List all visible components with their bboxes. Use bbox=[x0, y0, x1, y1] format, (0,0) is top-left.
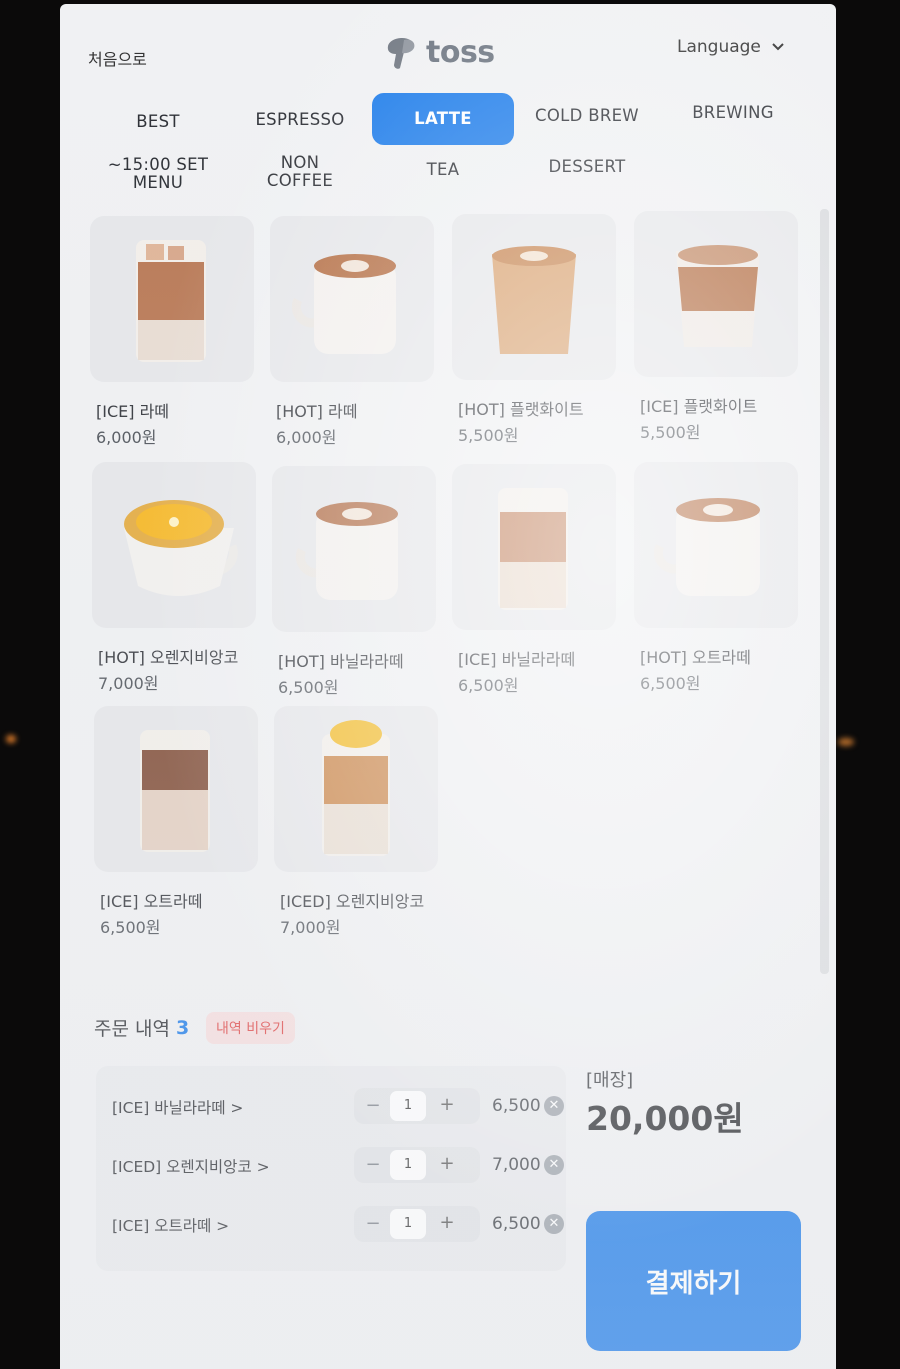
tab-label: ESPRESSO bbox=[255, 109, 345, 129]
product-name: [ICE] 오트라떼 bbox=[100, 892, 203, 911]
product-name: [ICE] 플랫화이트 bbox=[640, 397, 758, 416]
product-card[interactable]: [ICE] 오트라떼 6,500원 bbox=[94, 706, 264, 966]
decrease-button[interactable]: − bbox=[360, 1154, 386, 1175]
quantity-value: 1 bbox=[390, 1209, 426, 1239]
product-card[interactable]: [HOT] 오렌지비앙코 7,000원 bbox=[92, 462, 262, 722]
tab-label: BEST bbox=[136, 111, 180, 131]
product-image bbox=[270, 216, 434, 382]
product-card[interactable]: [HOT] 바닐라라떼 6,500원 bbox=[272, 466, 442, 726]
tab-best[interactable]: BEST bbox=[87, 96, 229, 148]
tab-espresso[interactable]: ESPRESSO bbox=[229, 94, 371, 146]
product-name: [ICE] 라떼 bbox=[96, 402, 170, 421]
order-item-name[interactable]: [ICE] 바닐라라떼 > bbox=[112, 1096, 243, 1118]
scrollbar[interactable] bbox=[820, 209, 829, 974]
tab-tea[interactable]: TEA bbox=[372, 144, 514, 196]
order-item-price: 7,000 bbox=[492, 1155, 541, 1175]
pay-button[interactable]: 결제하기 bbox=[586, 1211, 801, 1351]
tab-label: TEA bbox=[426, 159, 460, 179]
order-item-price: 6,500 bbox=[492, 1096, 541, 1116]
product-price: 6,500원 bbox=[458, 676, 519, 695]
tab-label: COLD BREW bbox=[535, 105, 639, 125]
order-list: [ICE] 바닐라라떼 > − 1 + 6,500 ✕ [ICED] 오렌지비앙… bbox=[96, 1066, 566, 1271]
product-price: 6,500원 bbox=[100, 918, 161, 937]
remove-item-icon[interactable]: ✕ bbox=[544, 1214, 564, 1234]
tab-brewing[interactable]: BREWING bbox=[662, 87, 804, 139]
order-item: [ICED] 오렌지비앙코 > − 1 + 7,000 ✕ bbox=[112, 1145, 564, 1185]
order-count: 3 bbox=[175, 1016, 190, 1039]
product-card[interactable]: [ICED] 오렌지비앙코 7,000원 bbox=[274, 706, 444, 966]
tab-set-menu[interactable]: ~15:00 SET MENU bbox=[87, 148, 229, 200]
order-item: [ICE] 바닐라라떼 > − 1 + 6,500 ✕ bbox=[112, 1086, 564, 1126]
kiosk-screen: 처음으로 toss Language BEST ESPRESSO LATTE C… bbox=[60, 4, 836, 1369]
language-selector[interactable]: Language bbox=[677, 37, 785, 57]
product-image bbox=[94, 706, 258, 872]
increase-button[interactable]: + bbox=[434, 1094, 460, 1115]
product-image bbox=[452, 214, 616, 380]
clear-order-button[interactable]: 내역 비우기 bbox=[206, 1012, 295, 1044]
tab-label: NON COFFEE bbox=[266, 152, 334, 190]
product-price: 5,500원 bbox=[458, 426, 519, 445]
product-name: [HOT] 바닐라라떼 bbox=[278, 652, 404, 671]
product-image bbox=[452, 464, 616, 630]
product-image bbox=[274, 706, 438, 872]
order-item: [ICE] 오트라떼 > − 1 + 6,500 ✕ bbox=[112, 1204, 564, 1244]
product-name: [ICE] 바닐라라떼 bbox=[458, 650, 576, 669]
product-card[interactable]: [HOT] 플랫화이트 5,500원 bbox=[452, 214, 622, 474]
product-card[interactable]: [ICE] 바닐라라떼 6,500원 bbox=[452, 464, 622, 724]
product-price: 6,000원 bbox=[96, 428, 157, 447]
product-price: 7,000원 bbox=[98, 674, 159, 693]
quantity-value: 1 bbox=[390, 1150, 426, 1180]
product-price: 7,000원 bbox=[280, 918, 341, 937]
product-image bbox=[634, 462, 798, 628]
product-image bbox=[92, 462, 256, 628]
increase-button[interactable]: + bbox=[434, 1153, 460, 1174]
toss-logo: toss bbox=[380, 32, 495, 72]
tab-label: LATTE bbox=[414, 108, 472, 128]
total-price: 20,000원 bbox=[586, 1099, 744, 1138]
tab-label: DESSERT bbox=[548, 156, 626, 176]
product-card[interactable]: [HOT] 라떼 6,000원 bbox=[270, 216, 440, 476]
product-name: [HOT] 라떼 bbox=[276, 402, 358, 421]
quantity-stepper: − 1 + bbox=[354, 1147, 480, 1183]
product-name: [HOT] 오트라떼 bbox=[640, 648, 751, 667]
tab-non-coffee[interactable]: NON COFFEE bbox=[229, 146, 371, 198]
product-image bbox=[634, 211, 798, 377]
tab-dessert[interactable]: DESSERT bbox=[516, 141, 658, 193]
tab-label: BREWING bbox=[692, 102, 774, 122]
product-price: 6,500원 bbox=[640, 674, 701, 693]
dine-in-label: [매장] bbox=[586, 1070, 634, 1091]
chevron-down-icon bbox=[772, 43, 784, 51]
quantity-stepper: − 1 + bbox=[354, 1206, 480, 1242]
quantity-stepper: − 1 + bbox=[354, 1088, 480, 1124]
order-title-label: 주문 내역 bbox=[94, 1018, 170, 1040]
product-price: 6,500원 bbox=[278, 678, 339, 697]
decrease-button[interactable]: − bbox=[360, 1095, 386, 1116]
toss-logo-icon bbox=[387, 38, 415, 69]
order-item-price: 6,500 bbox=[492, 1214, 541, 1234]
product-price: 6,000원 bbox=[276, 428, 337, 447]
increase-button[interactable]: + bbox=[434, 1212, 460, 1233]
logo-text: toss bbox=[426, 34, 495, 70]
product-price: 5,500원 bbox=[640, 423, 701, 442]
product-name: [HOT] 오렌지비앙코 bbox=[98, 648, 239, 667]
language-label: Language bbox=[677, 37, 761, 57]
home-link[interactable]: 처음으로 bbox=[88, 46, 147, 70]
remove-item-icon[interactable]: ✕ bbox=[544, 1096, 564, 1116]
tab-cold-brew[interactable]: COLD BREW bbox=[516, 90, 658, 142]
decrease-button[interactable]: − bbox=[360, 1213, 386, 1234]
order-title: 주문 내역 3 bbox=[94, 1014, 189, 1041]
product-image bbox=[272, 466, 436, 632]
order-item-name[interactable]: [ICED] 오렌지비앙코 > bbox=[112, 1155, 270, 1177]
tab-label: ~15:00 SET MENU bbox=[107, 154, 209, 192]
order-item-name[interactable]: [ICE] 오트라떼 > bbox=[112, 1214, 229, 1236]
product-image bbox=[90, 216, 254, 382]
product-card[interactable]: [ICE] 플랫화이트 5,500원 bbox=[634, 211, 804, 471]
product-card[interactable]: [ICE] 라떼 6,000원 bbox=[90, 216, 260, 476]
product-name: [ICED] 오렌지비앙코 bbox=[280, 892, 425, 911]
quantity-value: 1 bbox=[390, 1091, 426, 1121]
remove-item-icon[interactable]: ✕ bbox=[544, 1155, 564, 1175]
product-card[interactable]: [HOT] 오트라떼 6,500원 bbox=[634, 462, 804, 722]
tab-latte[interactable]: LATTE bbox=[372, 93, 514, 145]
product-name: [HOT] 플랫화이트 bbox=[458, 400, 584, 419]
